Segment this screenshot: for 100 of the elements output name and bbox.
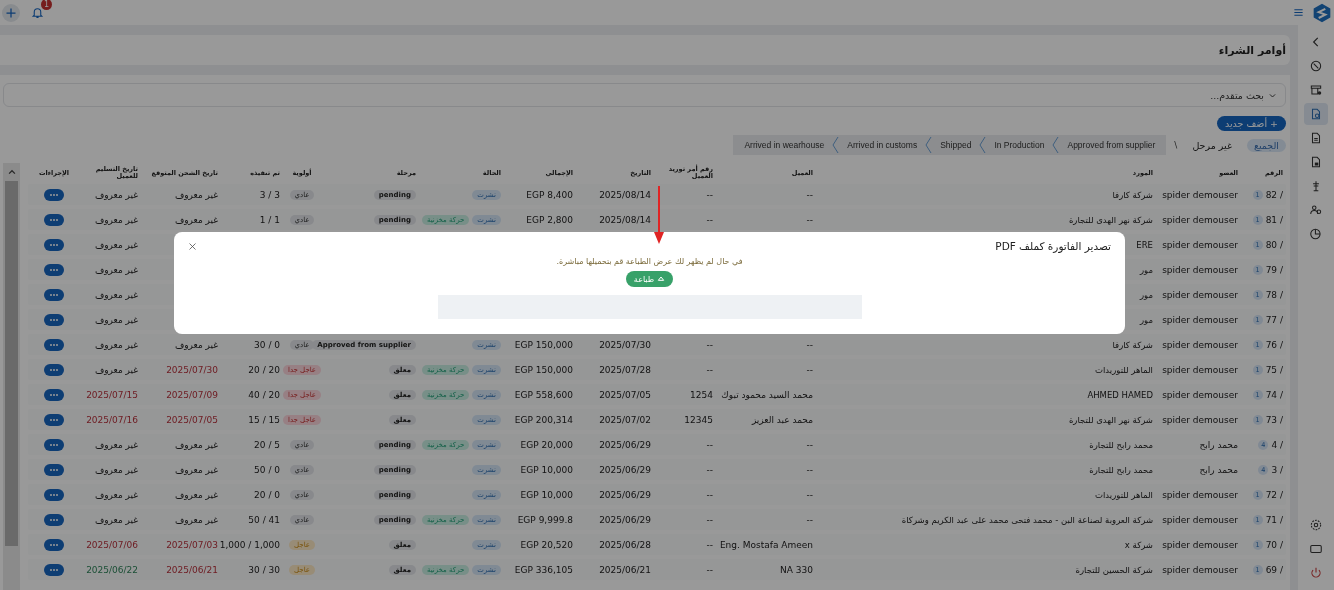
table-cell: 2025/06/29 [599, 439, 651, 450]
table-cell: غير معروف [174, 464, 218, 475]
table-cell: غير معروف [94, 239, 138, 250]
table-cell: 2025/06/29 [599, 464, 651, 475]
dialog-message: في حال لم يظهر لك عرض الطباعة قم بتحميلها مباشرة. [556, 257, 743, 266]
table-cell: AHMED HAMED [1087, 389, 1153, 400]
more-button[interactable] [44, 463, 64, 476]
more-button[interactable] [44, 188, 64, 201]
table-cell: EGP 150,000 [514, 364, 573, 375]
close-icon [188, 241, 197, 251]
chevron-up-icon[interactable] [6, 167, 17, 177]
table-cell: 50 / 0 [254, 464, 280, 475]
table-cell: spider demouser [1162, 339, 1238, 350]
table-cell: مور [1139, 289, 1153, 300]
table-cell: EGP 10,000 [520, 489, 573, 500]
sidebar-item[interactable] [1304, 103, 1328, 125]
dots-icon [49, 542, 59, 547]
table-cell: 2025/06/21 [166, 564, 218, 575]
table-cell: 76 / [1265, 339, 1283, 350]
table-cell: EGP 558,600 [514, 389, 573, 400]
table-cell: محمد رابح [1199, 439, 1238, 450]
table-cell: spider demouser [1162, 564, 1238, 575]
table-cell: ERE [1136, 239, 1153, 250]
table-cell: 77 / [1265, 314, 1283, 325]
table-cell: -- [706, 539, 713, 550]
stage-tab[interactable]: Arrived in customs [844, 139, 921, 151]
chevron-separator-icon [925, 137, 933, 153]
more-button[interactable] [44, 263, 64, 276]
more-button[interactable] [44, 538, 64, 551]
table-cell: محمد رابح [1199, 464, 1238, 475]
scrollbar[interactable] [3, 163, 20, 590]
more-button[interactable] [44, 213, 64, 226]
more-button[interactable] [44, 313, 64, 326]
power-icon [1309, 566, 1323, 580]
table-cell: 74 / [1265, 389, 1283, 400]
close-button[interactable] [188, 241, 197, 251]
table-cell: EGP 200,314 [514, 414, 573, 425]
table-cell: 2025/08/14 [599, 189, 651, 200]
table-cell: EGP 20,000 [520, 439, 573, 450]
table-cell: 2025/07/30 [599, 339, 651, 350]
plus-icon [5, 6, 17, 19]
table-cell: 73 / [1265, 414, 1283, 425]
table-cell: spider demouser [1162, 189, 1238, 200]
stage-tab[interactable]: Arrived in wearhouse [741, 139, 828, 151]
table-cell: 20 / 20 [248, 364, 280, 375]
table-cell: -- [706, 339, 713, 350]
more-button[interactable] [44, 413, 64, 426]
advanced-search-bar[interactable]: بحث متقدم... [3, 83, 1286, 107]
dots-icon [49, 392, 59, 397]
table-cell: spider demouser [1162, 264, 1238, 275]
table-cell: شركة نهر الهدى للتجارة [1068, 214, 1153, 225]
more-button[interactable] [44, 438, 64, 451]
table-cell: spider demouser [1162, 389, 1238, 400]
table-cell: EGP 150,000 [514, 339, 573, 350]
pie-chart-icon [1309, 227, 1323, 241]
table-cell: -- [806, 464, 813, 475]
table-cell: spider demouser [1162, 314, 1238, 325]
table-cell: 2025/07/06 [86, 539, 138, 550]
more-button[interactable] [44, 288, 64, 301]
more-button[interactable] [44, 388, 64, 401]
dots-icon [49, 492, 59, 497]
table-cell: -- [806, 339, 813, 350]
more-button[interactable] [44, 563, 64, 576]
table-cell: 70 / [1265, 539, 1283, 550]
users-icon [1309, 203, 1323, 217]
dots-icon [49, 217, 59, 222]
table-cell: 80 / [1265, 239, 1283, 250]
table-cell: 2025/08/14 [599, 214, 651, 225]
bell-icon[interactable] [30, 6, 44, 19]
page-title: أوامر الشراء [1218, 43, 1286, 57]
stage-tab[interactable]: Shipped [937, 139, 975, 151]
scrollbar-thumb[interactable] [5, 181, 18, 546]
table-cell: 81 / [1265, 214, 1283, 225]
dots-icon [49, 267, 59, 272]
table-cell: غير معروف [94, 439, 138, 450]
add-new-button[interactable]: + أضف جديد [1216, 116, 1286, 131]
chevron-separator-icon [832, 137, 840, 153]
table-cell: -- [706, 464, 713, 475]
add-icon-button[interactable] [2, 3, 20, 22]
more-button[interactable] [44, 488, 64, 501]
table-cell: 2025/07/09 [166, 389, 218, 400]
more-button[interactable] [44, 238, 64, 251]
table-cell: 69 / [1265, 564, 1283, 575]
menu-icon[interactable] [1293, 7, 1304, 18]
table-cell: شركة نهر الهدى للتجارة [1068, 414, 1153, 425]
filter-tab[interactable]: غير مرحل [1185, 138, 1239, 152]
dots-icon [49, 417, 59, 422]
dots-icon [49, 317, 59, 322]
more-button[interactable] [44, 363, 64, 376]
table-cell: 1254 [690, 389, 713, 400]
stage-tab[interactable]: In Production [991, 139, 1048, 151]
table-cell: -- [706, 489, 713, 500]
file-icon [1309, 155, 1323, 169]
table-cell: 3 / 3 [259, 189, 280, 200]
more-button[interactable] [44, 513, 64, 526]
dots-icon [49, 192, 59, 197]
stage-tab[interactable]: Approved from supplier [1064, 139, 1159, 151]
table-cell: spider demouser [1162, 514, 1238, 525]
more-button[interactable] [44, 338, 64, 351]
dots-icon [49, 467, 59, 472]
